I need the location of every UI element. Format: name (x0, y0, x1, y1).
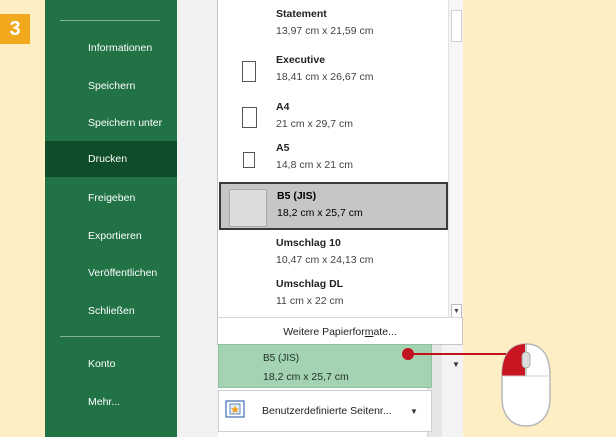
paper-size: 13,97 cm x 21,59 cm (276, 25, 374, 37)
current-paper-name: B5 (JIS) (263, 353, 300, 364)
paper-thumbnail-icon (242, 107, 257, 128)
sidebar-item-schliessen[interactable]: Schließen (45, 293, 177, 329)
margins-selector[interactable]: Benutzerdefinierte Seitenr... ▼ (218, 390, 432, 432)
paper-option-a5[interactable]: A5 14,8 cm x 21 cm (220, 136, 446, 180)
paper-name: A4 (276, 101, 290, 113)
paper-size: 18,41 cm x 26,67 cm (276, 71, 374, 83)
page-margins-icon (225, 400, 245, 418)
paper-size: 14,8 cm x 21 cm (276, 159, 354, 171)
paper-thumbnail-icon (242, 61, 256, 82)
paper-option-umschlag-10[interactable]: Umschlag 10 10,47 cm x 24,13 cm (220, 231, 446, 275)
sidebar-item-veroeffentlichen[interactable]: Veröffentlichen (45, 255, 177, 291)
mouse-click-icon (501, 343, 551, 427)
paper-option-a4[interactable]: A4 21 cm x 29,7 cm (220, 95, 446, 139)
sidebar-item-informationen[interactable]: Informationen (45, 30, 177, 66)
sidebar-item-drucken[interactable]: Drucken (45, 141, 177, 177)
paper-option-statement[interactable]: Statement 13,97 cm x 21,59 cm (220, 2, 446, 46)
paper-option-b5-jis[interactable]: B5 (JIS) 18,2 cm x 25,7 cm (219, 182, 448, 230)
paper-option-umschlag-dl[interactable]: Umschlag DL 11 cm x 22 cm (220, 272, 446, 316)
sidebar-item-exportieren[interactable]: Exportieren (45, 218, 177, 254)
paper-name: Statement (276, 8, 327, 20)
more-formats-text-end: ate... (373, 325, 397, 338)
dropdown-arrow-icon[interactable]: ▼ (410, 407, 418, 416)
paper-option-executive[interactable]: Executive 18,41 cm x 26,67 cm (220, 48, 446, 92)
paper-size: 11 cm x 22 cm (276, 295, 344, 307)
dropdown-scrollbar[interactable]: ▼ (448, 0, 463, 318)
backstage-window: Informationen Speichern Speichern unter … (45, 0, 463, 437)
step-number-badge: 3 (0, 14, 30, 44)
paper-size: 21 cm x 29,7 cm (276, 118, 354, 130)
paper-size: 18,2 cm x 25,7 cm (277, 207, 363, 219)
paper-name: Umschlag 10 (276, 237, 341, 249)
sidebar-divider (60, 20, 160, 21)
more-formats-text: Weitere Papierfor (283, 325, 365, 338)
margins-label: Benutzerdefinierte Seitenr... (262, 405, 392, 417)
paper-name: Umschlag DL (276, 278, 344, 290)
sidebar-divider (60, 336, 160, 337)
callout-dot (402, 348, 414, 360)
paper-name: B5 (JIS) (277, 190, 317, 202)
callout-line (408, 353, 508, 355)
sidebar-item-speichern[interactable]: Speichern (45, 68, 177, 104)
settings-column-background (177, 0, 218, 437)
more-formats-accesskey: m (364, 325, 374, 338)
paper-size-selector[interactable]: B5 (JIS) 18,2 cm x 25,7 cm ▼ (218, 344, 460, 388)
scrollbar-thumb[interactable] (451, 10, 462, 42)
sidebar-item-konto[interactable]: Konto (45, 346, 177, 382)
scroll-down-icon[interactable]: ▼ (451, 304, 462, 318)
more-paper-formats-link[interactable]: Weitere Papierfor m ate... (218, 317, 462, 345)
dropdown-arrow-icon[interactable]: ▼ (452, 360, 460, 369)
paper-name: Executive (276, 54, 326, 66)
sidebar-item-speichern-unter[interactable]: Speichern unter (45, 105, 177, 141)
paper-size-dropdown-list: Statement 13,97 cm x 21,59 cm Executive … (217, 0, 463, 345)
sidebar-item-mehr[interactable]: Mehr... (45, 384, 177, 420)
paper-thumbnail-icon (229, 189, 267, 227)
sidebar-item-freigeben[interactable]: Freigeben (45, 180, 177, 216)
paper-thumbnail-icon (243, 152, 255, 168)
paper-size: 10,47 cm x 24,13 cm (276, 254, 374, 266)
current-paper-size: 18,2 cm x 25,7 cm (263, 371, 349, 383)
paper-name: A5 (276, 142, 290, 154)
backstage-sidebar: Informationen Speichern Speichern unter … (45, 0, 177, 437)
